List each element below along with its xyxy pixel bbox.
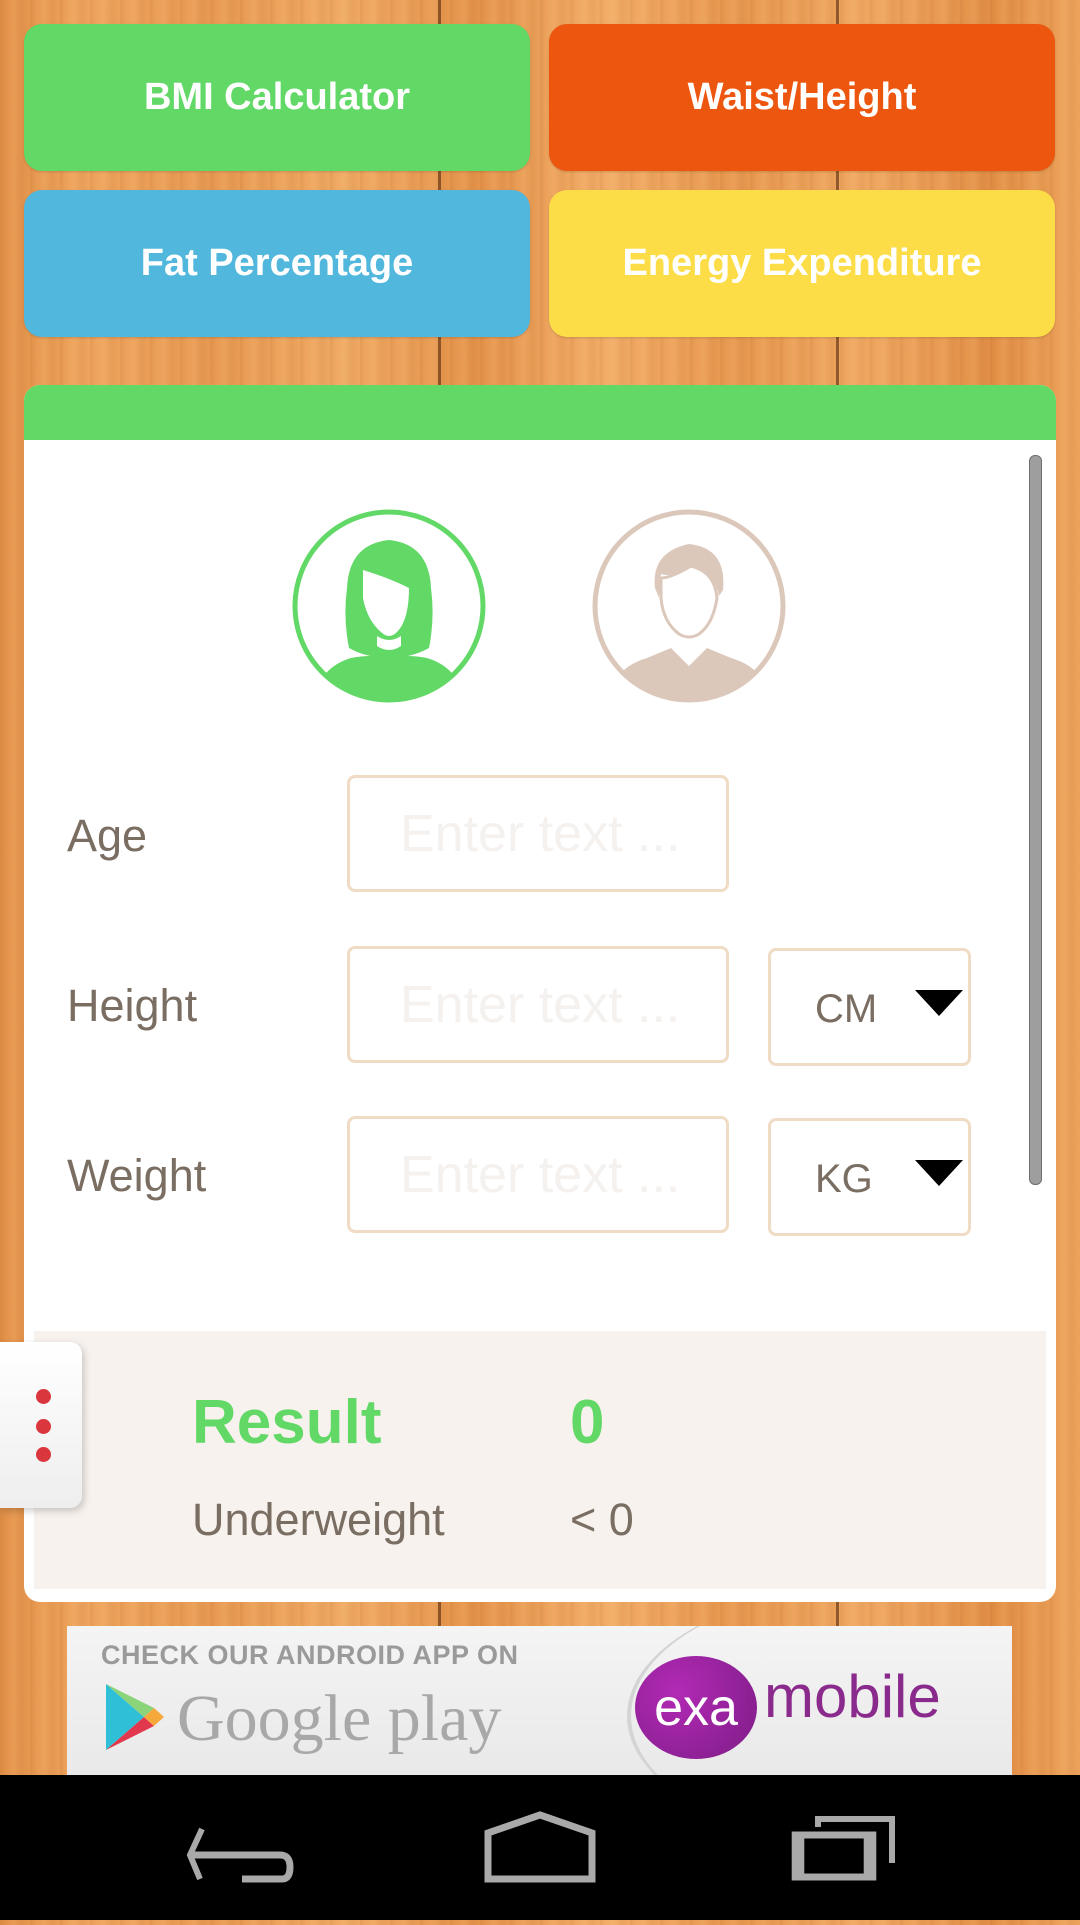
male-icon xyxy=(592,509,786,703)
system-navigation-bar xyxy=(0,1775,1080,1920)
height-input[interactable] xyxy=(347,946,729,1063)
exa-logo: exa xyxy=(635,1656,757,1759)
scrollbar[interactable] xyxy=(1029,455,1042,1185)
dropdown-arrow-icon xyxy=(915,1160,963,1186)
male-avatar-button[interactable] xyxy=(591,508,787,704)
result-category: Underweight xyxy=(192,1494,445,1545)
weight-unit-value: KG xyxy=(815,1157,873,1201)
menu-dot-icon xyxy=(36,1419,51,1434)
fat-percentage-button[interactable]: Fat Percentage xyxy=(24,190,530,337)
bmi-calculator-button[interactable]: BMI Calculator xyxy=(24,24,530,171)
recents-button[interactable] xyxy=(780,1775,980,1920)
ad-banner[interactable]: CHECK OUR ANDROID APP ON Google play exa… xyxy=(67,1626,1012,1775)
age-input[interactable] xyxy=(347,775,729,892)
weight-unit-select[interactable]: KG xyxy=(768,1118,971,1236)
back-icon xyxy=(186,1827,294,1883)
menu-dot-icon xyxy=(36,1447,51,1462)
home-icon xyxy=(484,1811,596,1883)
calculator-card: Age Height CM Weight KG Result 0 Underwe… xyxy=(24,385,1056,1602)
waist-height-button[interactable]: Waist/Height xyxy=(549,24,1055,171)
menu-dot-icon xyxy=(36,1389,51,1404)
female-icon xyxy=(292,509,486,703)
home-button[interactable] xyxy=(440,1775,640,1920)
weight-label: Weight xyxy=(67,1150,207,1201)
energy-expenditure-button[interactable]: Energy Expenditure xyxy=(549,190,1055,337)
female-avatar-button[interactable] xyxy=(291,508,487,704)
result-panel: Result 0 Underweight < 0 xyxy=(34,1331,1046,1589)
height-label: Height xyxy=(67,980,198,1031)
dropdown-arrow-icon xyxy=(915,990,963,1016)
card-header xyxy=(24,385,1056,440)
height-unit-value: CM xyxy=(815,987,878,1031)
ad-store-name: Google play xyxy=(177,1682,502,1755)
exa-logo-text: exa xyxy=(654,1678,738,1737)
ad-headline: CHECK OUR ANDROID APP ON xyxy=(101,1640,519,1670)
recents-icon xyxy=(791,1816,895,1881)
google-play-icon xyxy=(106,1684,164,1750)
weight-input[interactable] xyxy=(347,1116,729,1233)
side-menu-button[interactable] xyxy=(0,1342,82,1508)
age-label: Age xyxy=(67,810,148,861)
height-unit-select[interactable]: CM xyxy=(768,948,971,1066)
result-value: 0 xyxy=(570,1388,605,1457)
result-range: < 0 xyxy=(570,1494,634,1545)
result-title: Result xyxy=(192,1388,382,1457)
ad-brand-word: mobile xyxy=(764,1663,941,1730)
back-button[interactable] xyxy=(140,1775,340,1920)
